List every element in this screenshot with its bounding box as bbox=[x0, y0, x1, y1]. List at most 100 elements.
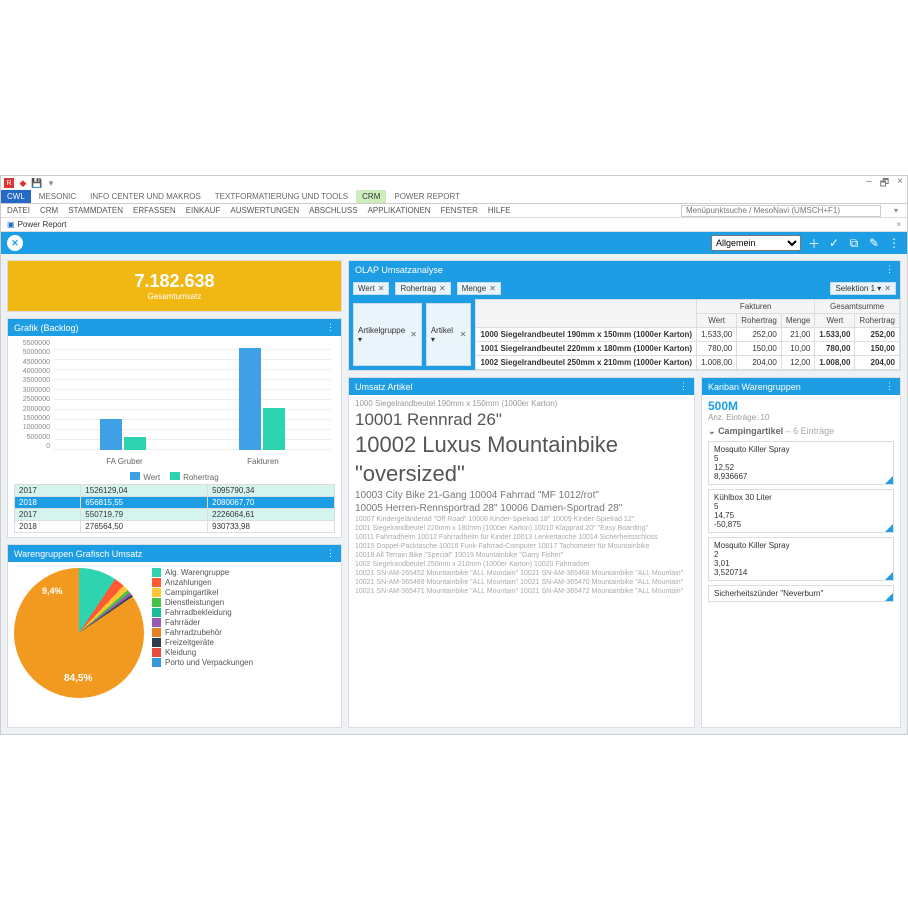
edit-button[interactable]: ✎ bbox=[867, 236, 881, 250]
olap-grid[interactable]: FakturenGesamtsummeWertRohertragMengeWer… bbox=[475, 299, 900, 370]
menu-item[interactable]: STAMMDATEN bbox=[68, 206, 123, 215]
article-tag[interactable]: 10002 Luxus Mountainbike "oversized" bbox=[355, 431, 688, 488]
ribbon-tab[interactable]: TEXTFORMATIERUNG UND TOOLS bbox=[209, 190, 354, 203]
article-tag[interactable]: 10021 SN-AM-365469 Mountainbike "ALL Mou… bbox=[355, 578, 688, 587]
close-report-button[interactable]: ✕ bbox=[7, 235, 23, 251]
menu-item[interactable]: DATEI bbox=[7, 206, 30, 215]
kanban-card[interactable]: Sicherheitszünder "Neverburn" bbox=[708, 585, 894, 602]
chevron-down-icon: ⌄ bbox=[708, 426, 716, 436]
menu-item[interactable]: AUSWERTUNGEN bbox=[230, 206, 299, 215]
menu-item[interactable]: CRM bbox=[40, 206, 58, 215]
backlog-title: Grafik (Backlog) bbox=[14, 323, 79, 333]
kanban-card[interactable]: Kühlbox 30 Liter514,75-50,875 bbox=[708, 489, 894, 533]
menu-item[interactable]: ABSCHLUSS bbox=[309, 206, 357, 215]
panel-menu-icon[interactable]: ⋮ bbox=[326, 548, 335, 559]
bar bbox=[100, 419, 122, 450]
doc-tab-title[interactable]: Power Report bbox=[18, 220, 67, 229]
article-tag[interactable]: 1001 Siegelrandbeutel 220mm x 180mm (100… bbox=[355, 524, 688, 533]
dimension-chip[interactable]: Artikel ▾ ✕ bbox=[426, 303, 472, 366]
article-tag[interactable]: 10021 SN-AM-265452 Mountainbike "ALL Mou… bbox=[355, 569, 688, 578]
panel-menu-icon[interactable]: ⋮ bbox=[326, 322, 335, 333]
legend-item: Alg. Warengruppe bbox=[152, 568, 253, 577]
olap-measures: Wert ✕ Rohertrag ✕ Menge ✕ Selektion 1 ▾ ✕ bbox=[349, 278, 900, 299]
olap-row[interactable]: 1001 Siegelrandbeutel 220mm x 180mm (100… bbox=[476, 342, 900, 356]
kanban-title: Kanban Warengruppen bbox=[708, 382, 801, 392]
search-dropdown-icon[interactable]: ▾ bbox=[891, 206, 901, 215]
legend-item: Dienstleistungen bbox=[152, 598, 253, 607]
chip-close-icon[interactable]: ✕ bbox=[378, 284, 385, 293]
chart-legend: Wert Rohertrag bbox=[14, 472, 335, 482]
article-tag[interactable]: 10018 All Terrain Bike "Special" 10019 M… bbox=[355, 551, 688, 560]
article-tag[interactable]: 10001 Rennrad 26" bbox=[355, 409, 688, 431]
article-tag[interactable]: 10015 Doppel-Packtasche 10016 Funk-Fahrr… bbox=[355, 542, 688, 551]
chip-close-icon[interactable]: ✕ bbox=[439, 284, 446, 293]
article-tag[interactable]: 10011 Fahrradhelm 10012 Fahrradhelm für … bbox=[355, 533, 688, 542]
copy-button[interactable]: ⧉ bbox=[847, 236, 861, 250]
legend-item: Campingartikel bbox=[152, 588, 253, 597]
close-button[interactable]: × bbox=[897, 176, 903, 193]
save-icon[interactable]: 💾 bbox=[32, 178, 42, 188]
menu-item[interactable]: APPLIKATIONEN bbox=[368, 206, 431, 215]
article-cloud[interactable]: 1000 Siegelrandbeutel 190mm x 150mm (100… bbox=[349, 395, 694, 601]
chip-close-icon[interactable]: ✕ bbox=[489, 284, 496, 293]
pdf-icon[interactable]: ◆ bbox=[18, 178, 28, 188]
panel-menu-icon[interactable]: ⋮ bbox=[885, 381, 894, 392]
kpi-panel: 7.182.638 Gesamtumsatz bbox=[7, 260, 342, 312]
kanban-group[interactable]: ⌄ Campingartikel – 6 Einträge bbox=[708, 426, 894, 437]
add-button[interactable]: ＋ bbox=[807, 236, 821, 250]
document-tab-bar: ▣ Power Report × bbox=[1, 218, 907, 232]
legend-item: Freizeitgeräte bbox=[152, 638, 253, 647]
toolbar-more-button[interactable]: ⋮ bbox=[887, 236, 901, 250]
measure-chip[interactable]: Wert ✕ bbox=[353, 282, 389, 295]
report-toolbar: ✕ Allgemein ＋ ✓ ⧉ ✎ ⋮ bbox=[1, 232, 907, 254]
search-input[interactable] bbox=[681, 205, 881, 217]
menubar: DATEI CRM STAMMDATEN ERFASSEN EINKAUF AUSWERT… bbox=[1, 204, 907, 218]
article-tag[interactable]: 10003 City Bike 21-Gang 10004 Fahrrad "M… bbox=[355, 489, 688, 502]
confirm-button[interactable]: ✓ bbox=[827, 236, 841, 250]
dimension-chip[interactable]: Artikelgruppe ▾ ✕ bbox=[353, 303, 422, 366]
minimize-button[interactable]: – bbox=[866, 176, 872, 193]
pie-chart: 9,4% 84,5% bbox=[14, 568, 144, 698]
selection-chip[interactable]: Selektion 1 ▾ ✕ bbox=[830, 282, 896, 295]
measure-chip[interactable]: Menge ✕ bbox=[457, 282, 501, 295]
kanban-card[interactable]: Mosquito Killer Spray23,013,520714 bbox=[708, 537, 894, 581]
ribbon-tab[interactable]: MESONIC bbox=[33, 190, 82, 203]
measure-chip[interactable]: Rohertrag ✕ bbox=[395, 282, 450, 295]
bar bbox=[239, 348, 261, 450]
article-tag[interactable]: 1002 Siegelrandbeutel 250mm x 210mm (100… bbox=[355, 560, 688, 569]
olap-row[interactable]: 1000 Siegelrandbeutel 190mm x 150mm (100… bbox=[476, 328, 900, 342]
legend-item: Anzahlungen bbox=[152, 578, 253, 587]
ribbon-tab[interactable]: INFO CENTER UND MAKROS bbox=[84, 190, 207, 203]
pie-panel: Warengruppen Grafisch Umsatz ⋮ 9,4% 84,5%… bbox=[7, 544, 342, 728]
article-tag[interactable]: 10021 SN-AM-365471 Mountainbike "ALL Mou… bbox=[355, 587, 688, 596]
kanban-panel: Kanban Warengruppen⋮ 500M Anz. Einträge:… bbox=[701, 377, 901, 728]
qat-dropdown-icon[interactable]: ▾ bbox=[46, 178, 56, 188]
article-tag[interactable]: 10007 Kindergeländerad "Off Road" 10008 … bbox=[355, 515, 688, 524]
panel-menu-icon[interactable]: ⋮ bbox=[679, 381, 688, 392]
legend-item: Fahrradzubehör bbox=[152, 628, 253, 637]
ribbon-tab[interactable]: POWER REPORT bbox=[388, 190, 466, 203]
kanban-head: 500M bbox=[708, 399, 894, 413]
menu-item[interactable]: EINKAUF bbox=[186, 206, 221, 215]
kanban-card[interactable]: Mosquito Killer Spray512,528,936667 bbox=[708, 441, 894, 485]
pie-title: Warengruppen Grafisch Umsatz bbox=[14, 549, 142, 559]
window-controls: – 🗗 × bbox=[866, 176, 903, 193]
backlog-chart: 5500000500000045000004000000350000030000… bbox=[14, 340, 335, 470]
ribbon-tab[interactable]: CRM bbox=[356, 190, 386, 203]
legend-item: Fahrradbekleidung bbox=[152, 608, 253, 617]
menu-item[interactable]: HILFE bbox=[488, 206, 511, 215]
article-tag[interactable]: 1000 Siegelrandbeutel 190mm x 150mm (100… bbox=[355, 399, 688, 409]
app-icon: R bbox=[4, 178, 14, 188]
view-select[interactable]: Allgemein bbox=[711, 235, 801, 251]
olap-row[interactable]: 1002 Siegelrandbeutel 250mm x 210mm (100… bbox=[476, 356, 900, 370]
quick-access-toolbar: R ◆ 💾 ▾ – 🗗 × bbox=[1, 176, 907, 190]
legend-item: Fahrräder bbox=[152, 618, 253, 627]
menu-item[interactable]: FENSTER bbox=[441, 206, 478, 215]
article-tag[interactable]: 10005 Herren-Rennsportrad 28" 10006 Dame… bbox=[355, 502, 688, 515]
ribbon-tab-start[interactable]: CWL bbox=[1, 190, 31, 203]
olap-dimensions: Artikelgruppe ▾ ✕Artikel ▾ ✕ bbox=[349, 299, 475, 370]
menu-item[interactable]: ERFASSEN bbox=[133, 206, 176, 215]
maximize-button[interactable]: 🗗 bbox=[880, 176, 889, 193]
panel-menu-icon[interactable]: ⋮ bbox=[885, 264, 894, 275]
doc-tab-close-icon[interactable]: × bbox=[896, 220, 901, 229]
